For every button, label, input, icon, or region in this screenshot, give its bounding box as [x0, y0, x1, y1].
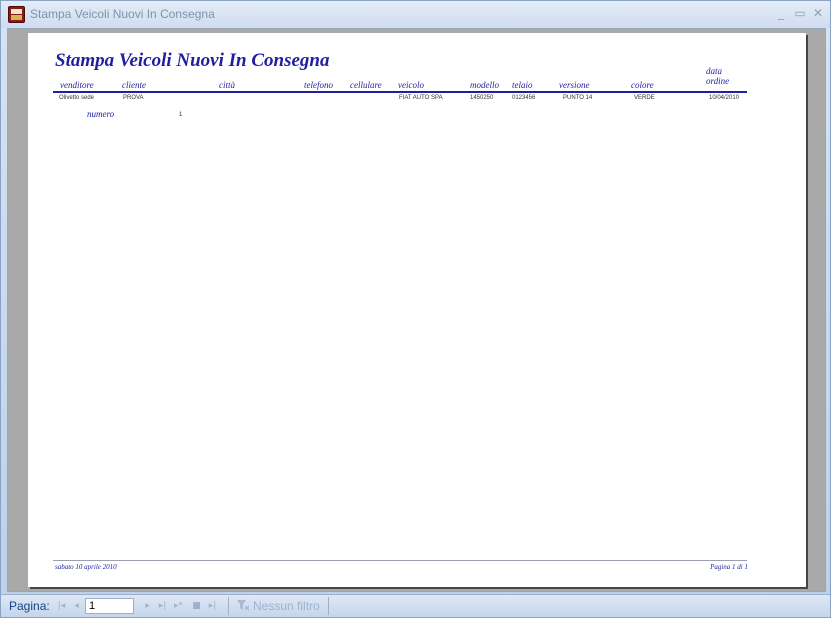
header-modello: modello [470, 80, 499, 90]
header-citta: città [219, 80, 235, 90]
minimize-button[interactable]: _ [774, 6, 788, 20]
toolbar-separator [328, 597, 329, 615]
toolbar-separator [228, 597, 229, 615]
next-page-icon[interactable]: ▸ [142, 599, 153, 613]
header-venditore: venditore [60, 80, 94, 90]
new-record-icon[interactable]: ▸* [173, 599, 184, 613]
header-veicolo: veicolo [398, 80, 424, 90]
first-page-icon[interactable]: |◂ [56, 599, 67, 613]
row-venditore: Olivetto sede [59, 95, 95, 101]
previous-page-icon[interactable]: ◂ [71, 599, 82, 613]
header-telefono: telefono [304, 80, 333, 90]
window-title: Stampa Veicoli Nuovi In Consegna [30, 7, 215, 21]
row-telaio: 0123456 [512, 95, 536, 101]
access-app-icon [8, 6, 25, 23]
filter-status-button[interactable]: Nessun filtro [253, 599, 320, 613]
report-page: Stampa Veicoli Nuovi In Consegna vendito… [28, 33, 806, 587]
footer-divider [53, 560, 747, 561]
header-ordine: ordine [706, 76, 730, 86]
page-label: Pagina: [9, 599, 50, 613]
page-number-input[interactable]: 1 [85, 598, 134, 614]
row-modello: 1450250 [470, 95, 494, 101]
header-telaio: telaio [512, 80, 533, 90]
report-title: Stampa Veicoli Nuovi In Consegna [55, 50, 330, 71]
maximize-button[interactable]: ▭ [793, 6, 807, 20]
other-pages-icon[interactable]: ▸| [207, 599, 218, 613]
numero-label: numero [87, 109, 115, 119]
header-colore: colore [631, 80, 654, 90]
print-preview-area[interactable]: Stampa Veicoli Nuovi In Consegna vendito… [7, 28, 826, 592]
row-colore: VERDE [634, 95, 655, 101]
header-divider [53, 91, 747, 93]
record-navigation-bar: Pagina: |◂ ◂ 1 ▸ ▸| ▸* ■ ▸| Nessun filtr… [1, 594, 830, 617]
header-data: data [706, 66, 723, 76]
row-veicolo: FIAT AUTO SPA [399, 95, 443, 101]
footer-page-count: Pagina 1 di 1 [710, 563, 748, 571]
row-cliente: PROVA [123, 95, 144, 101]
header-cliente: cliente [122, 80, 146, 90]
last-page-icon[interactable]: ▸| [157, 599, 168, 613]
row-versione: PUNTO 14 [563, 95, 593, 101]
close-button[interactable]: ✕ [811, 6, 825, 20]
title-bar: Stampa Veicoli Nuovi In Consegna _ ▭ ✕ [1, 1, 830, 28]
row-data-ordine: 10/04/2010 [709, 95, 740, 101]
numero-value: 1 [179, 112, 183, 118]
footer-date: sabato 10 aprile 2010 [55, 563, 117, 571]
filter-icon [237, 600, 250, 611]
stop-icon[interactable]: ■ [191, 599, 202, 613]
header-versione: versione [559, 80, 590, 90]
report-window: Stampa Veicoli Nuovi In Consegna _ ▭ ✕ S… [0, 0, 831, 618]
header-cellulare: cellulare [350, 80, 382, 90]
